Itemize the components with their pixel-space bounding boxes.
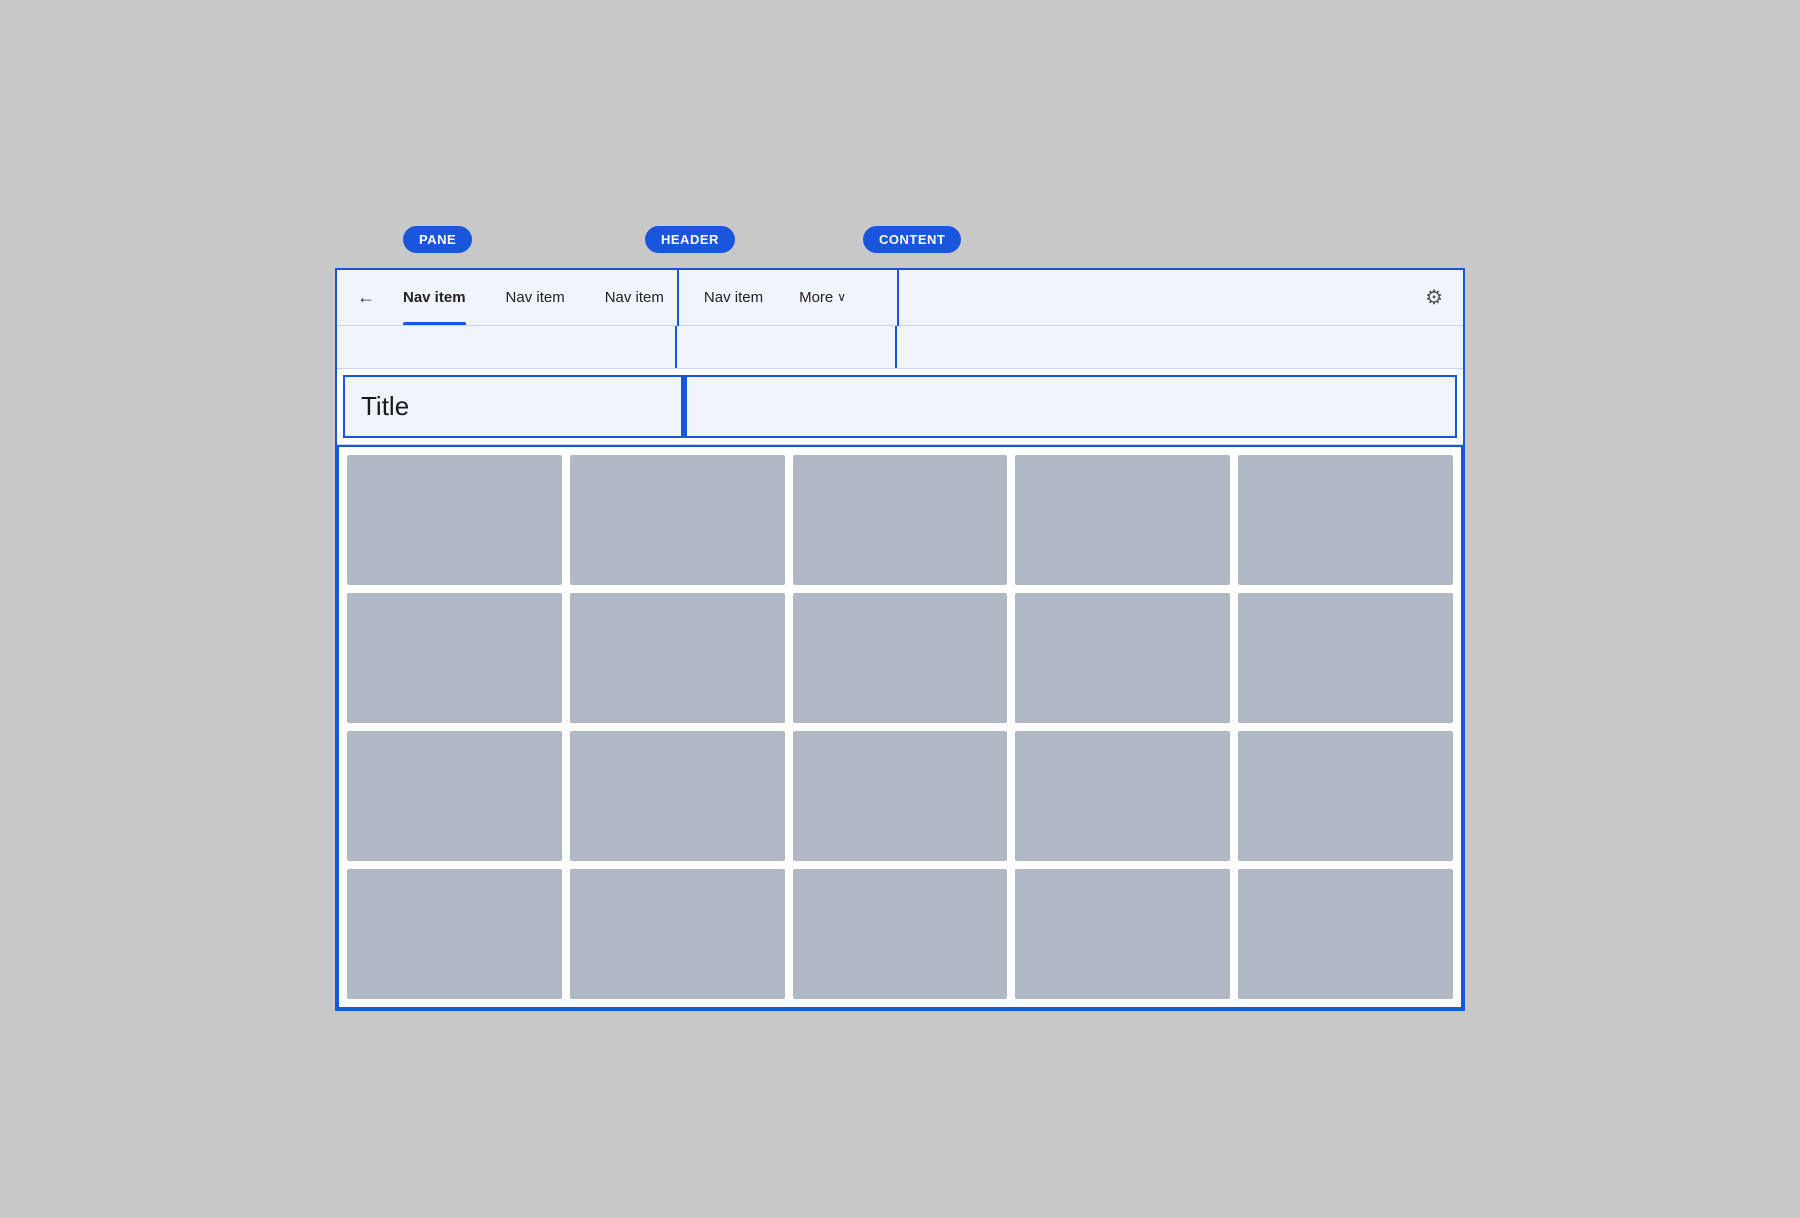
grid-cell-r0c4 [1238,455,1453,585]
nav-divider-pane-header [677,270,679,326]
back-button[interactable]: ← [349,283,383,312]
nav-item-4[interactable]: Nav item [684,269,783,325]
page-title: Title [361,391,409,421]
grid-cell-r0c2 [793,455,1008,585]
grid-cell-r3c0 [347,869,562,999]
title-content [685,375,1457,438]
grid-cell-r2c4 [1238,731,1453,861]
grid-cell-r1c1 [570,593,785,723]
nav-item-1[interactable]: Nav item [383,269,486,325]
nav-items: Nav item Nav item Nav item Nav item More… [383,269,900,325]
app-window: ← Nav item Nav item Nav item Nav item Mo… [335,268,1465,1011]
grid-cell-r1c2 [793,593,1008,723]
sub-header-mid [677,326,897,368]
more-label: More [799,289,833,306]
grid-cell-r1c0 [347,593,562,723]
nav-item-3[interactable]: Nav item [585,269,684,325]
grid-cell-r3c1 [570,869,785,999]
grid-cell-r2c2 [793,731,1008,861]
sub-header [337,326,1463,369]
grid-cell-r1c4 [1238,593,1453,723]
grid-cell-r0c3 [1015,455,1230,585]
chevron-down-icon: ∨ [837,290,846,304]
more-button[interactable]: More ∨ [783,269,862,325]
grid-cell-r1c3 [1015,593,1230,723]
header-badge: HEADER [645,226,735,253]
title-area: Title [337,369,1463,445]
grid-cell-r3c3 [1015,869,1230,999]
title-pane: Title [343,375,683,438]
content-grid [339,447,1461,1007]
settings-button[interactable]: ⚙ [1417,281,1451,314]
back-arrow-icon: ← [357,287,375,308]
grid-cell-r2c1 [570,731,785,861]
grid-cell-r0c1 [570,455,785,585]
content-badge: CONTENT [863,226,961,253]
sub-header-content [897,326,1463,368]
nav-divider-header-content [897,270,899,326]
outer-wrapper: PANE HEADER CONTENT ← Nav item Nav item … [335,268,1465,1011]
grid-cell-r2c0 [347,731,562,861]
content-area [337,445,1463,1009]
nav-bar: ← Nav item Nav item Nav item Nav item Mo… [337,270,1463,326]
grid-cell-r0c0 [347,455,562,585]
grid-cell-r3c4 [1238,869,1453,999]
gear-icon: ⚙ [1425,287,1443,309]
sub-header-pane [337,326,677,368]
pane-badge: PANE [403,226,472,253]
nav-item-2[interactable]: Nav item [486,269,585,325]
grid-cell-r3c2 [793,869,1008,999]
grid-cell-r2c3 [1015,731,1230,861]
